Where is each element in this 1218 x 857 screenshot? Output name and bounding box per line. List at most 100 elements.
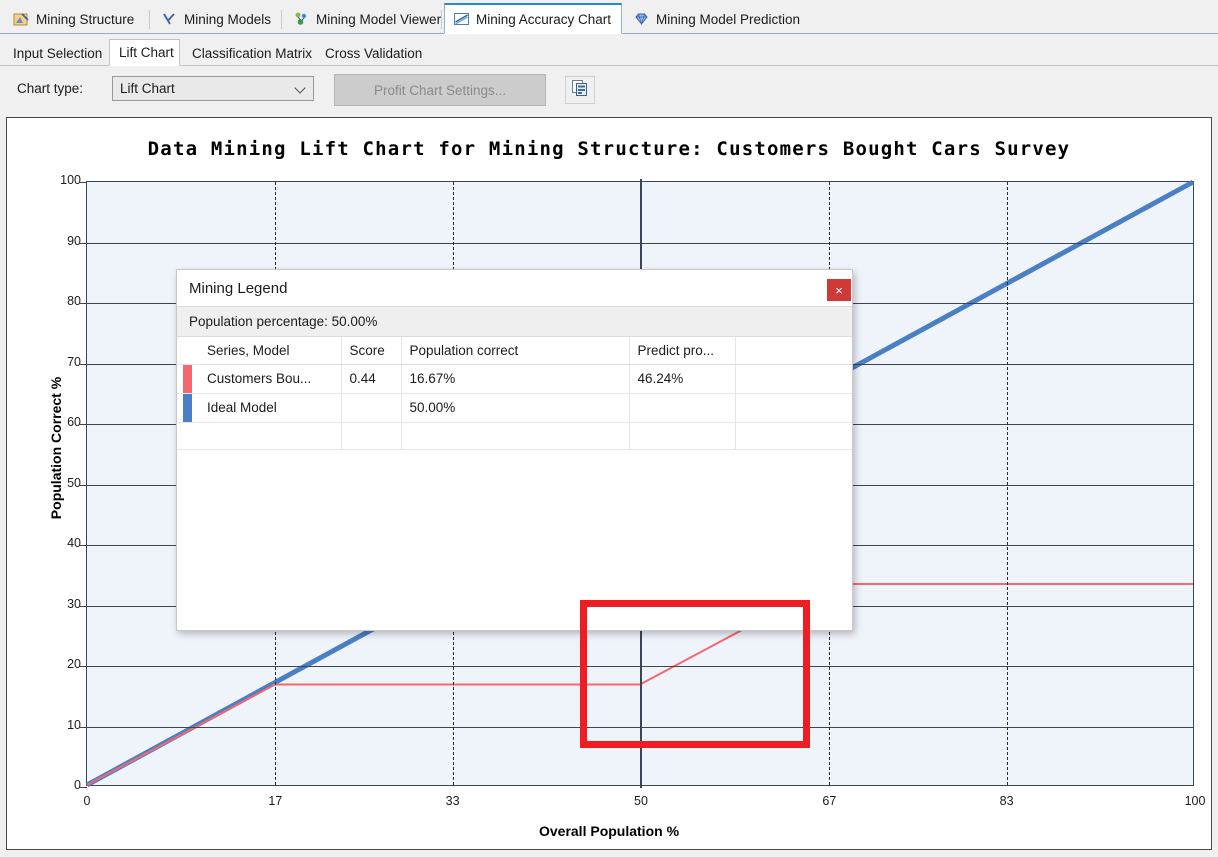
legend-cell-population-correct: 16.67%	[401, 364, 630, 394]
series-color-swatch	[183, 393, 192, 421]
chart-type-label: Chart type:	[17, 81, 84, 96]
legend-cell-predict-probability	[629, 393, 736, 423]
tab-mining-accuracy-chart[interactable]: Mining Accuracy Chart	[444, 3, 622, 34]
y-axis-tick-mark	[80, 484, 87, 486]
legend-cell-series: Customers Bou...	[199, 364, 342, 394]
sub-tab-label: Input Selection	[13, 45, 103, 61]
legend-cell-predict-probability: 46.24%	[629, 364, 736, 394]
tab-mining-model-prediction[interactable]: Mining Model Prediction	[624, 3, 812, 34]
y-axis-tick-label: 10	[67, 717, 81, 732]
tab-label: Mining Model Viewer	[316, 11, 442, 27]
x-axis-tick-label: 100	[1184, 794, 1206, 808]
mining-structure-icon	[13, 11, 30, 27]
chart-type-select[interactable]: Lift Chart	[112, 76, 314, 101]
y-axis-tick-mark	[80, 605, 87, 607]
profit-chart-settings-button[interactable]: Profit Chart Settings...	[334, 74, 546, 106]
y-axis-tick-label: 60	[67, 415, 81, 429]
y-axis-tick-label: 90	[67, 233, 81, 248]
x-axis-tick-label: 17	[268, 794, 283, 808]
y-axis-tick-label: 0	[74, 778, 81, 792]
legend-cell-filler	[735, 393, 852, 423]
population-percentage-text: Population percentage: 50.00%	[177, 307, 852, 337]
sub-tab-label: Cross Validation	[325, 45, 423, 61]
y-axis-tick-mark	[80, 242, 87, 244]
legend-title-text: Mining Legend	[189, 279, 288, 297]
y-axis-tick-label: 30	[67, 596, 81, 611]
copy-to-clipboard-icon	[571, 79, 589, 102]
tab-divider	[149, 10, 150, 29]
x-axis-tick-label: 33	[445, 794, 460, 808]
series-color-swatch	[183, 364, 192, 392]
profit-chart-settings-label: Profit Chart Settings...	[373, 82, 507, 98]
y-axis-tick-label: 20	[67, 657, 81, 671]
tab-mining-structure[interactable]: Mining Structure	[4, 3, 150, 34]
copy-to-clipboard-button[interactable]	[565, 76, 595, 104]
legend-header-row: Series, Model Score Population correct P…	[177, 337, 852, 365]
sub-tab-strip: Input Selection Lift Chart Classificatio…	[0, 34, 1218, 66]
mining-accuracy-chart-window: Mining Structure Mining Models Mining Mo…	[0, 0, 1218, 857]
sub-tab-lift-chart[interactable]: Lift Chart	[109, 39, 180, 66]
legend-col-series: Series, Model	[199, 337, 342, 365]
y-axis-tick-label: 50	[67, 475, 81, 490]
y-axis-tick-label: 40	[67, 536, 81, 550]
legend-swatch-header	[177, 337, 199, 365]
sub-tab-label: Lift Chart	[119, 45, 174, 60]
mining-model-prediction-icon	[633, 11, 650, 27]
chart-title: Data Mining Lift Chart for Mining Struct…	[147, 138, 1071, 160]
tab-label: Mining Models	[184, 11, 272, 27]
legend-table: Series, Model Score Population correct P…	[177, 337, 852, 450]
legend-color-swatch-cell	[177, 393, 199, 423]
legend-cell-score: 0.44	[341, 364, 402, 394]
y-axis-label: Population Correct %	[48, 376, 64, 520]
y-axis-tick-mark	[80, 545, 87, 546]
x-axis-tick-label: 67	[822, 794, 837, 808]
y-axis-tick-mark	[80, 787, 87, 788]
chevron-down-icon[interactable]	[287, 77, 313, 100]
tab-label: Mining Model Prediction	[656, 11, 801, 27]
sub-tab-input-selection[interactable]: Input Selection	[3, 39, 107, 66]
x-axis-tick-label: 83	[999, 794, 1014, 808]
sub-tab-cross-validation[interactable]: Cross Validation	[315, 39, 422, 66]
tab-mining-models[interactable]: Mining Models	[152, 3, 282, 34]
legend-col-predict-probability: Predict pro...	[629, 337, 736, 365]
legend-col-filler	[735, 337, 852, 365]
legend-row[interactable]: Ideal Model 50.00%	[177, 393, 852, 423]
y-axis-tick-mark	[80, 182, 87, 183]
legend-empty-row	[177, 422, 852, 450]
legend-cell-series: Ideal Model	[199, 393, 342, 423]
legend-title-bar: Mining Legend ×	[177, 270, 852, 307]
tab-mining-model-viewer[interactable]: Mining Model Viewer	[284, 3, 442, 34]
legend-col-population-correct: Population correct	[401, 337, 630, 365]
tab-divider	[441, 10, 442, 29]
sub-tab-label: Classification Matrix	[192, 45, 313, 61]
legend-cell-filler	[735, 364, 852, 394]
legend-cell-score	[341, 393, 402, 423]
x-axis-tick-label: 0	[83, 794, 91, 808]
tab-label: Mining Accuracy Chart	[476, 11, 612, 27]
mining-model-viewer-icon	[293, 11, 310, 27]
vertical-gridline	[1006, 182, 1008, 785]
chart-type-value: Lift Chart	[120, 81, 175, 96]
document-tab-strip: Mining Structure Mining Models Mining Mo…	[0, 0, 1218, 34]
tab-label: Mining Structure	[36, 11, 135, 27]
close-icon[interactable]: ×	[827, 279, 851, 301]
legend-row[interactable]: Customers Bou... 0.44 16.67% 46.24%	[177, 364, 852, 394]
y-axis-tick-mark	[80, 666, 87, 667]
mining-models-icon	[161, 11, 178, 27]
y-axis-tick-mark	[80, 303, 87, 304]
mining-accuracy-chart-icon	[453, 11, 470, 27]
legend-color-swatch-cell	[177, 364, 199, 394]
legend-col-score: Score	[341, 337, 402, 365]
x-axis-label: Overall Population %	[538, 823, 680, 839]
y-axis-tick-mark	[80, 726, 87, 728]
legend-cell-population-correct: 50.00%	[401, 393, 630, 423]
tab-divider	[281, 10, 282, 29]
y-axis-tick-label: 80	[67, 294, 81, 308]
sub-tab-classification-matrix[interactable]: Classification Matrix	[182, 39, 313, 66]
y-axis-tick-mark	[80, 363, 87, 365]
mining-legend-dialog[interactable]: Mining Legend × Population percentage: 5…	[176, 269, 853, 748]
y-axis-tick-mark	[80, 424, 87, 425]
y-axis-tick-label: 100	[60, 173, 81, 187]
x-axis-tick-label: 50	[634, 794, 648, 808]
y-axis-tick-label: 70	[67, 354, 81, 369]
